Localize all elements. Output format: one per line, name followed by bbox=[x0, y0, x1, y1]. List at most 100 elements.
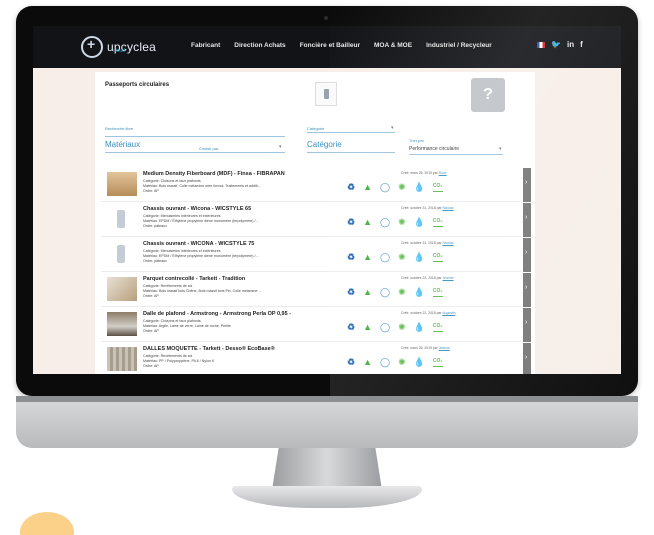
water-drop-icon: 💧 bbox=[413, 356, 425, 367]
nav-item-moa-moe[interactable]: MOA & MOE bbox=[374, 42, 412, 49]
social-links: 🐦 in f bbox=[537, 40, 583, 49]
product-title[interactable]: Medium Density Fiberboard (MDF) - Finsa … bbox=[143, 171, 285, 177]
page-title: Passeports circulaires bbox=[105, 82, 170, 88]
open-arrow-button[interactable] bbox=[523, 203, 531, 237]
product-title[interactable]: Chassis ouvrant - Wicona - WICSTYLE 65 bbox=[143, 206, 251, 212]
product-material: Matériau: PP / Polypropylène, PA 6 / Nyl… bbox=[143, 359, 214, 363]
list-item[interactable]: DALLES MOQUETTE - Tarkett - Desso® EcoBa… bbox=[101, 343, 521, 374]
facebook-icon[interactable]: f bbox=[580, 40, 583, 49]
product-material: Matériau: Bois massif bois Chêne, Bois m… bbox=[143, 289, 262, 293]
water-drop-icon: 💧 bbox=[413, 181, 425, 192]
product-order: Ordre: AP bbox=[143, 329, 159, 333]
product-thumbnail[interactable] bbox=[107, 242, 137, 266]
author-link[interactable]: Jeanne bbox=[439, 346, 450, 350]
twitter-icon[interactable]: 🐦 bbox=[551, 40, 561, 49]
flask-icon: ▲ bbox=[363, 181, 372, 192]
category-top-underline bbox=[307, 132, 395, 133]
product-material: Matériau: EPDM / Éthylène propylène dièn… bbox=[143, 254, 259, 258]
created-date: Créé: mars 26, 2019 par Rose bbox=[401, 171, 447, 175]
product-thumbnail[interactable] bbox=[107, 172, 137, 196]
sun-icon: ✺ bbox=[398, 251, 406, 262]
product-order: Ordre: pâteaux bbox=[143, 259, 167, 263]
author-link[interactable]: Nicolas bbox=[442, 206, 453, 210]
imac-chin-edge bbox=[16, 396, 638, 402]
list-item[interactable]: Parquet contrecollé - Tarkett - Traditio… bbox=[101, 273, 521, 307]
list-item[interactable]: Chassis ouvrant - WICONA - WICSTYLE 75 Ca… bbox=[101, 238, 521, 272]
sort-select[interactable]: Performance circulaire bbox=[409, 146, 459, 152]
sun-icon: ✺ bbox=[398, 356, 406, 367]
linkedin-icon[interactable]: in bbox=[567, 40, 574, 49]
imac-mockup: upcyclea cloud Fabricant Direction Achat… bbox=[0, 0, 654, 535]
nav-item-fonciere[interactable]: Foncière et Bailleur bbox=[300, 42, 360, 49]
sun-icon: ✺ bbox=[398, 181, 406, 192]
circle-icon: ◯ bbox=[380, 286, 391, 297]
screen: upcyclea cloud Fabricant Direction Achat… bbox=[33, 26, 621, 374]
product-category: Catégorie: Cloisons et faux plafonds bbox=[143, 319, 201, 323]
product-order: Ordre: pâteaux bbox=[143, 224, 167, 228]
sun-icon: ✺ bbox=[398, 286, 406, 297]
created-date: Créé: octobre 22, 2018 par Jeanne bbox=[401, 276, 454, 280]
circle-icon: ◯ bbox=[380, 321, 391, 332]
recycle-icon: ♻ bbox=[347, 251, 356, 262]
product-category: Catégorie: Menuiseries intérieures et ex… bbox=[143, 249, 221, 253]
sort-label: Trier par bbox=[409, 138, 424, 143]
chevron-down-icon[interactable]: ▾ bbox=[391, 125, 394, 131]
french-flag-icon[interactable] bbox=[537, 41, 545, 48]
product-title[interactable]: Parquet contrecollé - Tarkett - Traditio… bbox=[143, 276, 245, 282]
product-title[interactable]: Chassis ouvrant - WICONA - WICSTYLE 75 bbox=[143, 241, 254, 247]
author-link[interactable]: Jeanne bbox=[442, 276, 453, 280]
co2-icon: CO₂ bbox=[432, 252, 443, 262]
nav-item-fabricant[interactable]: Fabricant bbox=[191, 42, 220, 49]
recycle-icon: ♻ bbox=[347, 181, 356, 192]
list-item[interactable]: Chassis ouvrant - Wicona - WICSTYLE 65 Ca… bbox=[101, 203, 521, 237]
circle-icon: ◯ bbox=[380, 181, 391, 192]
category-select[interactable]: Catégorie bbox=[307, 140, 342, 149]
water-drop-icon: 💧 bbox=[413, 286, 425, 297]
author-link[interactable]: Rose bbox=[439, 171, 447, 175]
nav-item-direction-achats[interactable]: Direction Achats bbox=[234, 42, 285, 49]
keyword-underline bbox=[105, 136, 285, 137]
product-order: Ordre: AP bbox=[143, 294, 159, 298]
open-arrow-button[interactable] bbox=[523, 343, 531, 374]
co2-icon: CO₂ bbox=[432, 322, 443, 332]
created-date-text: Créé: octobre 22, 2018 par bbox=[401, 276, 442, 280]
material-select[interactable]: Matériaux bbox=[105, 140, 140, 149]
product-material: Matériau: Argile, Laine de verre, Laine … bbox=[143, 324, 231, 328]
site-logo[interactable]: upcyclea bbox=[81, 34, 156, 60]
open-arrow-button[interactable] bbox=[523, 308, 531, 342]
product-thumbnail[interactable] bbox=[107, 277, 137, 301]
decorative-blob bbox=[20, 512, 74, 535]
sun-icon: ✺ bbox=[398, 216, 406, 227]
open-arrow-button[interactable] bbox=[523, 168, 531, 202]
material-hint: Choisir par bbox=[199, 146, 219, 151]
product-title[interactable]: Dalle de plafond - Armstrong - Armstrong… bbox=[143, 311, 291, 317]
chevron-down-icon[interactable]: ▾ bbox=[279, 144, 282, 150]
imac-stand-foot bbox=[232, 486, 422, 508]
list-item[interactable]: Medium Density Fiberboard (MDF) - Finsa … bbox=[101, 168, 521, 202]
sun-icon: ✺ bbox=[398, 321, 406, 332]
help-icon[interactable]: ? bbox=[471, 78, 505, 112]
switch-product-icon[interactable] bbox=[315, 82, 337, 106]
co2-icon: CO₂ bbox=[432, 287, 443, 297]
product-material: Matériau: Bois massif, Colle mélamine ur… bbox=[143, 184, 261, 188]
imac-chin bbox=[16, 396, 638, 448]
product-thumbnail[interactable] bbox=[107, 312, 137, 336]
material-underline bbox=[105, 152, 285, 153]
chevron-down-icon[interactable]: ▾ bbox=[499, 146, 502, 152]
author-link[interactable]: Nicolas bbox=[442, 241, 453, 245]
product-title[interactable]: DALLES MOQUETTE - Tarkett - Desso® EcoBa… bbox=[143, 346, 275, 352]
product-thumbnail[interactable] bbox=[107, 207, 137, 231]
product-order: Ordre: AP bbox=[143, 364, 159, 368]
open-arrow-button[interactable] bbox=[523, 273, 531, 307]
open-arrow-button[interactable] bbox=[523, 238, 531, 272]
water-drop-icon: 💧 bbox=[413, 251, 425, 262]
created-date: Créé: octobre 31, 2018 par Nicolas bbox=[401, 241, 454, 245]
product-thumbnail[interactable] bbox=[107, 347, 137, 371]
list-item[interactable]: Dalle de plafond - Armstrong - Armstrong… bbox=[101, 308, 521, 342]
water-drop-icon: 💧 bbox=[413, 321, 425, 332]
nav-item-industriel[interactable]: Industriel / Recycleur bbox=[426, 42, 492, 49]
performance-badges: ♻ ▲ ◯ ✺ 💧 CO₂ bbox=[347, 322, 443, 332]
author-link[interactable]: Augustin bbox=[442, 311, 455, 315]
flask-icon: ▲ bbox=[363, 356, 372, 367]
water-drop-icon: 💧 bbox=[413, 216, 425, 227]
